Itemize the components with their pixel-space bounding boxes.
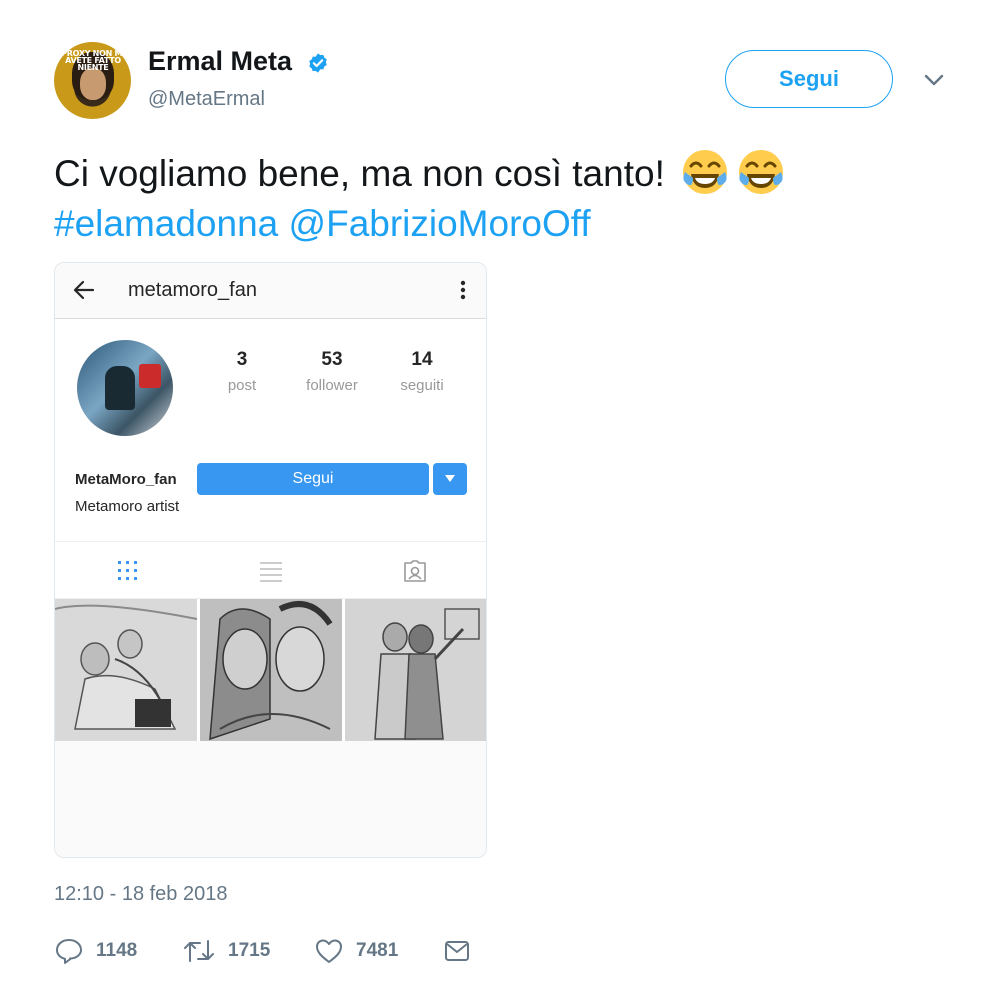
list-icon: [260, 562, 282, 582]
heart-icon[interactable]: [314, 937, 344, 965]
ig-stat-followers: 53 follower: [292, 349, 372, 394]
hashtag-link[interactable]: #elamadonna: [54, 203, 278, 244]
retweet-action[interactable]: 1715: [182, 936, 270, 966]
ig-avatar-badge: [139, 364, 161, 388]
ig-header: metamoro_fan: [55, 263, 486, 319]
chevron-down-icon[interactable]: [922, 70, 946, 90]
ig-stat-label: post: [227, 377, 257, 394]
tagged-icon: [404, 560, 426, 582]
ig-stat-label: follower: [306, 377, 358, 394]
ig-stat-label: seguiti: [400, 377, 444, 394]
ig-stat-value: 3: [236, 349, 248, 370]
ig-follow-button: Segui: [197, 463, 429, 495]
caret-down-icon: [445, 475, 455, 482]
ig-stat-posts: 3 post: [202, 349, 282, 394]
sketch-image: [200, 599, 342, 741]
reply-count: 1148: [96, 940, 138, 961]
tears-of-joy-emoji-icon: [683, 150, 728, 194]
author-avatar[interactable]: PROXY NON MI AVETE FATTO NIENTE: [54, 42, 131, 119]
avatar-face: [80, 68, 106, 100]
direct-message-action[interactable]: [442, 936, 472, 966]
ig-stat-value: 14: [411, 349, 433, 370]
ig-display-name: MetaMoro_fan: [75, 471, 177, 488]
ig-stat-following: 14 seguiti: [382, 349, 462, 394]
ig-avatar-figure: [105, 366, 135, 410]
author-handle[interactable]: @MetaErmal: [148, 88, 265, 111]
sketch-image: [55, 599, 197, 741]
ig-stat-value: 53: [321, 349, 343, 370]
like-count: 7481: [356, 940, 399, 961]
back-arrow-icon: [73, 280, 95, 300]
ig-grid-photo: [200, 599, 342, 741]
retweet-icon[interactable]: [182, 937, 216, 965]
follow-button[interactable]: Segui: [725, 50, 893, 108]
tweet-text: Ci vogliamo bene, ma non così tanto! #el…: [54, 146, 954, 249]
author-display-name[interactable]: Ermal Meta: [148, 46, 292, 77]
avatar-banner-text: PROXY NON MI AVETE FATTO NIENTE: [61, 49, 125, 72]
more-options-icon: [460, 280, 466, 300]
tears-of-joy-emoji-icon: [739, 150, 784, 194]
tweet-timestamp[interactable]: 12:10 - 18 feb 2018: [54, 883, 227, 906]
mention-link[interactable]: @FabrizioMoroOff: [289, 203, 591, 244]
like-action[interactable]: 7481: [314, 936, 398, 966]
ig-tabs: [55, 541, 486, 599]
grid-icon: [118, 561, 137, 580]
ig-bio: Metamoro artist: [75, 498, 180, 515]
retweet-count: 1715: [228, 940, 271, 961]
tweet-media-image[interactable]: metamoro_fan 3 post 53 follower 14 segui…: [54, 262, 487, 858]
ig-photo-grid: [55, 599, 486, 741]
sketch-image: [345, 599, 486, 741]
ig-avatar: [77, 340, 173, 436]
reply-action[interactable]: 1148: [54, 936, 137, 966]
reply-icon[interactable]: [54, 937, 84, 965]
ig-grid-photo: [55, 599, 197, 741]
ig-empty-area: [55, 741, 486, 857]
envelope-icon[interactable]: [442, 937, 472, 965]
tweet-body: Ci vogliamo bene, ma non così tanto!: [54, 153, 665, 194]
ig-username: metamoro_fan: [128, 279, 257, 301]
ig-follow-dropdown: [433, 463, 467, 495]
ig-grid-photo: [345, 599, 486, 741]
verified-badge-icon: [309, 53, 327, 73]
